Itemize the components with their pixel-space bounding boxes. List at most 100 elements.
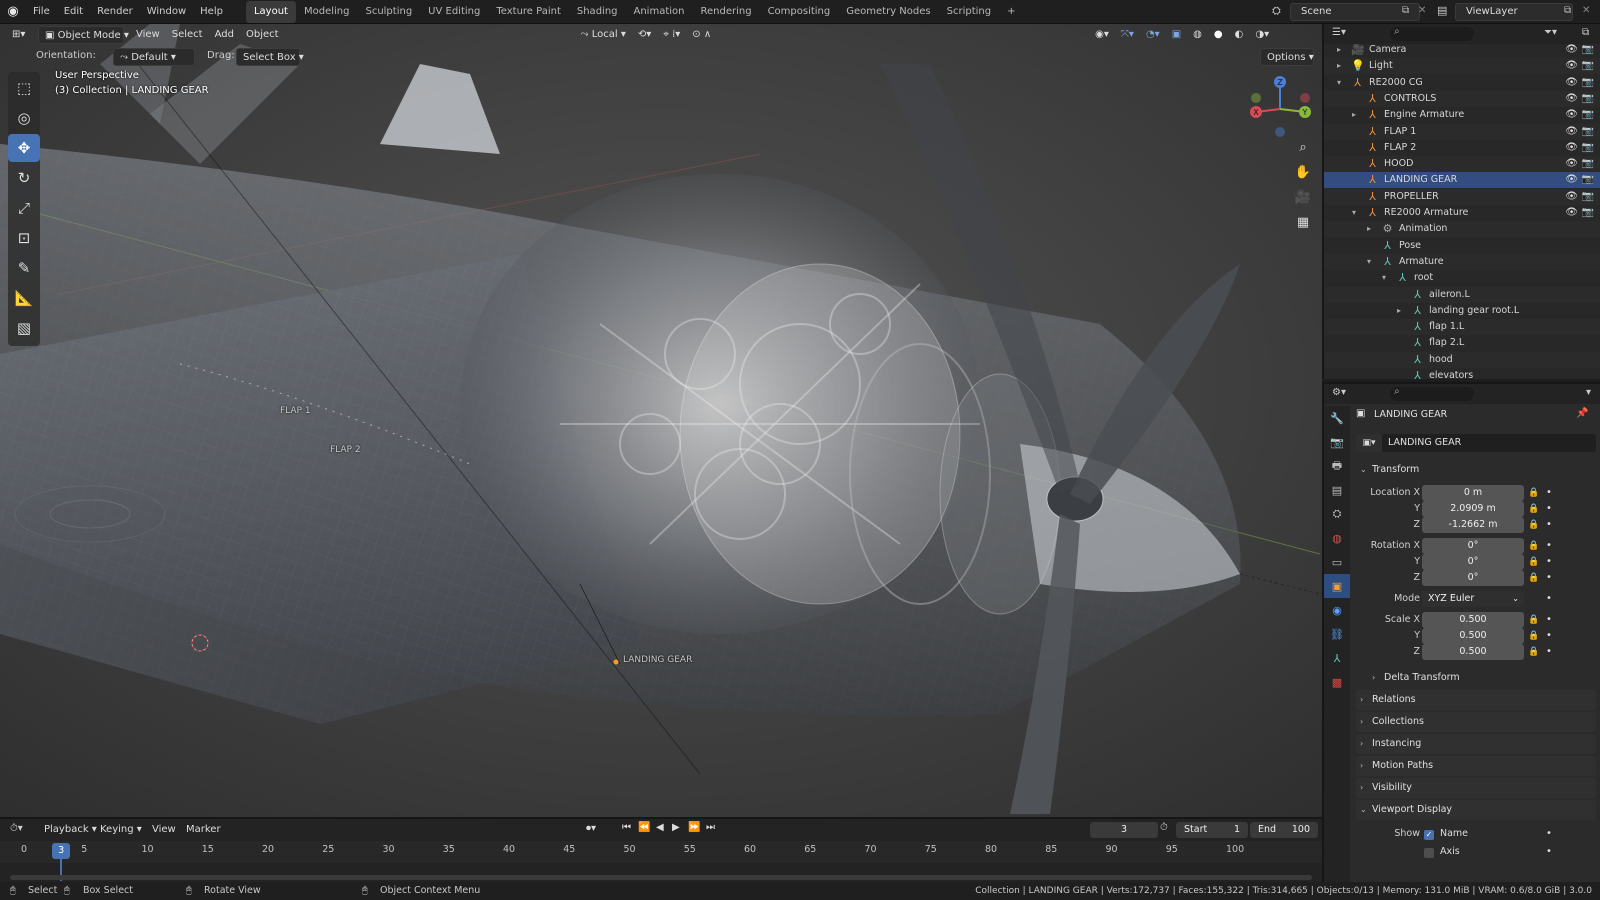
scene-icon[interactable]: ⛭ (1272, 4, 1281, 18)
keyframe-dot-icon[interactable]: • (1546, 844, 1552, 860)
lock-icon[interactable]: 🔒 (1528, 501, 1539, 517)
outliner-row[interactable]: ⅄ elevators (1324, 368, 1600, 379)
delete-viewlayer-icon[interactable]: ✕ (1582, 5, 1590, 16)
outliner-row[interactable]: ⅄ flap 1.L (1324, 319, 1600, 336)
overlays-toggle-icon[interactable]: ◔▾ (1140, 26, 1166, 44)
blender-logo-icon[interactable]: ◉ (0, 4, 26, 19)
tab-texture-paint[interactable]: Texture Paint (488, 1, 569, 23)
texture-tab-icon[interactable]: ▩ (1324, 670, 1350, 694)
eye-icon[interactable]: 👁 (1565, 107, 1578, 123)
eye-icon[interactable]: 👁 (1565, 44, 1578, 58)
location-y-field[interactable]: 2.0909 m (1422, 501, 1524, 517)
delete-scene-icon[interactable]: ✕ (1418, 5, 1426, 16)
visibility-icon[interactable]: ◉▾ (1089, 26, 1115, 44)
timeline-ruler[interactable]: 0 5 10 15 20 25 30 35 40 45 50 55 60 65 70 75 80 85 90 95 10… (0, 841, 1322, 881)
zoom-icon[interactable]: ⌕ (1290, 134, 1316, 160)
move-tool-icon[interactable]: ✥ (8, 134, 40, 162)
render-camera-icon[interactable]: 📷 (1582, 124, 1594, 140)
outliner-row[interactable]: ⅄ aileron.L (1324, 286, 1600, 303)
outliner-row[interactable]: ⅄ Pose (1324, 238, 1600, 254)
properties-search-input[interactable]: ⌕ (1390, 386, 1474, 401)
outliner-row[interactable]: ⅄ FLAP 1 👁 📷 (1324, 123, 1600, 140)
chevron-right-icon[interactable]: ▸ (1352, 107, 1356, 123)
options-dropdown[interactable]: Options ▾ (1260, 48, 1314, 66)
select-box-tool-icon[interactable]: ⬚ (8, 74, 40, 102)
orientation-dropdown[interactable]: ⤳ Default ▾ (113, 48, 195, 66)
name-checkbox[interactable]: ✓ (1424, 830, 1434, 840)
viewlayer-icon[interactable]: ▤ (1437, 4, 1447, 17)
render-camera-icon[interactable]: 📷 (1582, 172, 1594, 188)
keyframe-dot-icon[interactable]: • (1546, 485, 1552, 501)
constraints-tab-icon[interactable]: ⛓ (1324, 622, 1350, 646)
outliner-search-input[interactable]: ⌕ (1390, 26, 1474, 41)
play-reverse-icon[interactable]: ◀ (656, 822, 664, 833)
add-cube-tool-icon[interactable]: ▧ (8, 314, 40, 342)
outliner-editor-icon[interactable]: ☰▾ (1332, 27, 1346, 38)
keyframe-dot-icon[interactable]: • (1546, 538, 1552, 554)
world-tab-icon[interactable]: ◍ (1324, 526, 1350, 550)
render-camera-icon[interactable]: 📷 (1582, 189, 1594, 205)
chevron-right-icon[interactable]: ▸ (1397, 303, 1401, 319)
outliner-row[interactable]: ▸ ⅄ landing gear root.L (1324, 303, 1600, 319)
timeline-editor-icon[interactable]: ⏱▾ (10, 823, 23, 834)
axis-checkbox[interactable] (1424, 848, 1434, 858)
menu-marker[interactable]: Marker (180, 821, 227, 839)
proportional-edit-icon[interactable]: ⊙ ∧ (686, 26, 717, 44)
lock-icon[interactable]: 🔒 (1528, 517, 1539, 533)
collection-tab-icon[interactable]: ▭ (1324, 550, 1350, 574)
eye-icon[interactable]: 👁 (1565, 189, 1578, 205)
tab-rendering[interactable]: Rendering (692, 1, 759, 23)
jump-start-icon[interactable]: ⏮ (622, 822, 631, 833)
annotate-tool-icon[interactable]: ✎ (8, 254, 40, 282)
start-frame-field[interactable]: Start 1 (1176, 822, 1248, 838)
chevron-right-icon[interactable]: ▸ (1337, 44, 1341, 58)
lock-icon[interactable]: 🔒 (1528, 644, 1539, 660)
transform-tool-icon[interactable]: ⊡ (8, 224, 40, 252)
outliner-row[interactable]: ▸ 💡 Light 👁 📷 (1324, 58, 1600, 75)
object-data-tab-icon[interactable]: ⅄ (1324, 646, 1350, 670)
tab-scripting[interactable]: Scripting (939, 1, 999, 23)
eye-icon[interactable]: 👁 (1565, 205, 1578, 221)
play-icon[interactable]: ▶ (672, 822, 680, 833)
tab-compositing[interactable]: Compositing (760, 1, 839, 23)
render-camera-icon[interactable]: 📷 (1582, 44, 1594, 58)
outliner-row[interactable]: ⅄ HOOD 👁 📷 (1324, 156, 1600, 173)
render-camera-icon[interactable]: 📷 (1582, 156, 1594, 172)
scale-x-field[interactable]: 0.500 (1422, 612, 1524, 628)
chevron-down-icon[interactable]: ▾ (1352, 205, 1356, 221)
scale-tool-icon[interactable]: ⤢ (8, 194, 40, 222)
wireframe-shading-icon[interactable]: ◍ (1187, 26, 1208, 44)
outliner-row[interactable]: ▸ ⅄ Engine Armature 👁 📷 (1324, 107, 1600, 123)
outliner-row[interactable]: ⅄ hood (1324, 351, 1600, 368)
ortho-grid-icon[interactable]: ▦ (1290, 209, 1316, 235)
rotation-y-field[interactable]: 0° (1422, 554, 1524, 570)
material-shading-icon[interactable]: ◐ (1229, 26, 1250, 44)
panel-header[interactable]: › Relations (1356, 690, 1596, 710)
cursor-tool-icon[interactable]: ◎ (8, 104, 40, 132)
eye-icon[interactable]: 👁 (1565, 91, 1578, 107)
menu-object[interactable]: Object (240, 26, 285, 44)
menu-add[interactable]: Add (209, 26, 240, 44)
panel-header[interactable]: › Delta Transform (1368, 668, 1596, 688)
render-camera-icon[interactable]: 📷 (1582, 58, 1594, 74)
filter-icon[interactable]: ⏷▾ (1544, 27, 1557, 38)
properties-editor-icon[interactable]: ⚙▾ (1332, 387, 1346, 398)
outliner-row[interactable]: ⅄ PROPELLER 👁 📷 (1324, 188, 1600, 205)
lock-icon[interactable]: 🔒 (1528, 612, 1539, 628)
panel-header[interactable]: › Instancing (1356, 734, 1596, 754)
outliner-row[interactable]: ⅄ flap 2.L (1324, 335, 1600, 351)
tab-geometry-nodes[interactable]: Geometry Nodes (838, 1, 938, 23)
playhead[interactable]: 3 (52, 843, 71, 859)
menu-edit[interactable]: Edit (57, 0, 90, 24)
menu-help[interactable]: Help (193, 0, 230, 24)
new-scene-icon[interactable]: ⧉ (1402, 5, 1409, 16)
menu-keying[interactable]: Keying ▾ (94, 821, 148, 839)
panel-header[interactable]: › Collections (1356, 712, 1596, 732)
rendered-shading-icon[interactable]: ◑▾ (1249, 26, 1275, 44)
xray-toggle-icon[interactable]: ▣ (1166, 26, 1187, 44)
tab-sculpting[interactable]: Sculpting (357, 1, 420, 23)
chevron-right-icon[interactable]: ▸ (1337, 58, 1341, 74)
jump-keyframe-back-icon[interactable]: ⏪ (638, 822, 650, 833)
timeline-scrollbar[interactable] (10, 875, 1312, 880)
menu-select[interactable]: Select (166, 26, 209, 44)
